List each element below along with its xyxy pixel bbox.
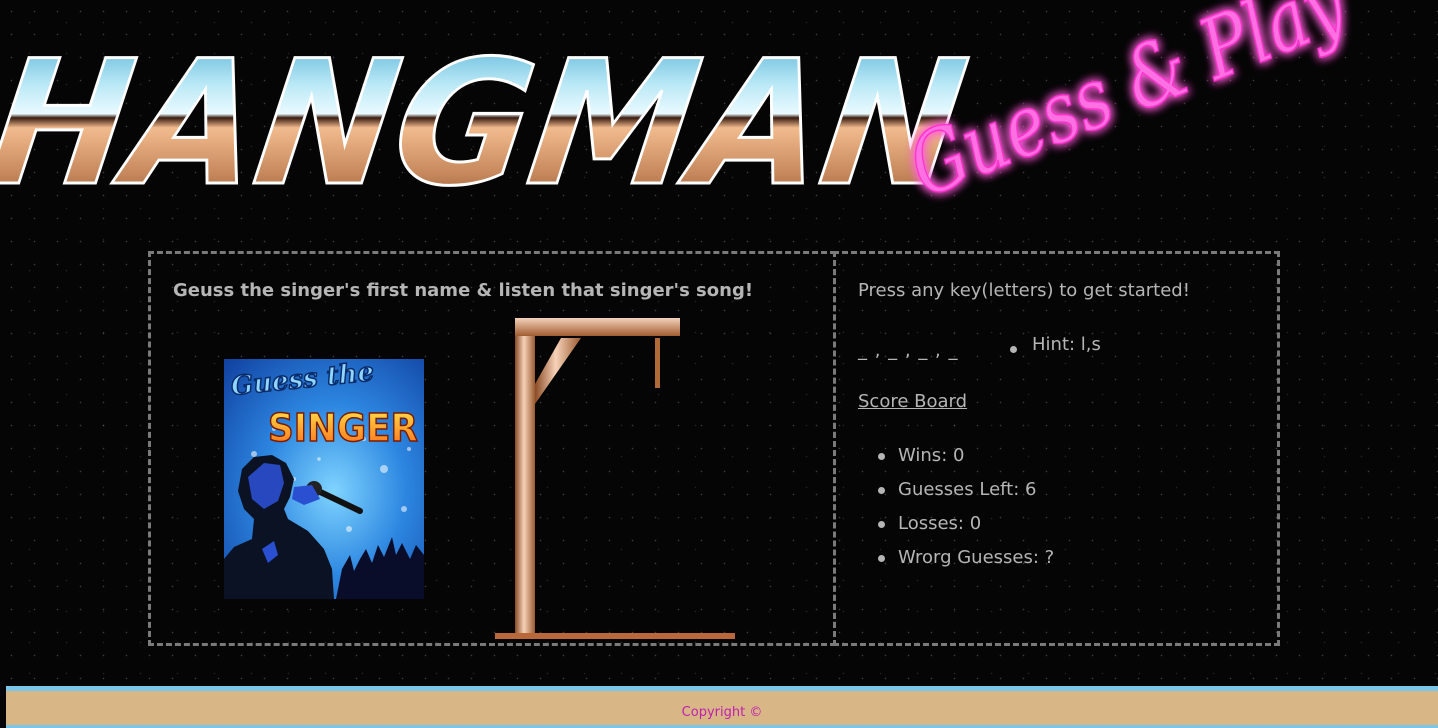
game-panel: Geuss the singer's first name & listen t… xyxy=(148,251,836,646)
hint-text: Hint: l,s xyxy=(1032,334,1101,355)
bullet xyxy=(878,555,885,562)
word-blanks: _ , _ , _ , _ xyxy=(858,340,959,361)
scoreboard-title: Score Board xyxy=(858,391,968,412)
wrong-guesses-stat: Wrorg Guesses: ? xyxy=(858,541,1054,575)
guess-the-singer-image: Guess the SINGER xyxy=(224,356,424,599)
wins-stat: Wins: 0 xyxy=(858,439,1054,473)
guesses-left-stat: Guesses Left: 6 xyxy=(858,473,1054,507)
gallows-drawing xyxy=(495,316,740,645)
wrong-guesses-label: Wrorg Guesses: ? xyxy=(898,547,1055,568)
bullet xyxy=(878,487,885,494)
losses-stat: Losses: 0 xyxy=(858,507,1054,541)
hangman-logo: HANGMAN Guess & Play xyxy=(0,0,1438,245)
singer-card-title-bottom: SINGER xyxy=(268,406,418,450)
instructions-text: Geuss the singer's first name & listen t… xyxy=(173,280,754,301)
scoreboard-list: Wins: 0 Guesses Left: 6 Losses: 0 Wrorg … xyxy=(858,439,1054,575)
start-message: Press any key(letters) to get started! xyxy=(858,280,1190,301)
footer: Copyright © xyxy=(6,686,1438,728)
word-row: _ , _ , _ , _ Hint: l,s xyxy=(858,334,1258,364)
bullet xyxy=(878,453,885,460)
logo-title: HANGMAN xyxy=(0,24,977,224)
hint-bullet xyxy=(1010,346,1017,353)
losses-label: Losses: 0 xyxy=(898,513,982,534)
bullet xyxy=(878,521,885,528)
copyright-text: Copyright © xyxy=(681,705,763,720)
guesses-left-label: Guesses Left: 6 xyxy=(898,479,1037,500)
status-panel: Press any key(letters) to get started! _… xyxy=(833,251,1280,646)
wins-label: Wins: 0 xyxy=(898,445,965,466)
